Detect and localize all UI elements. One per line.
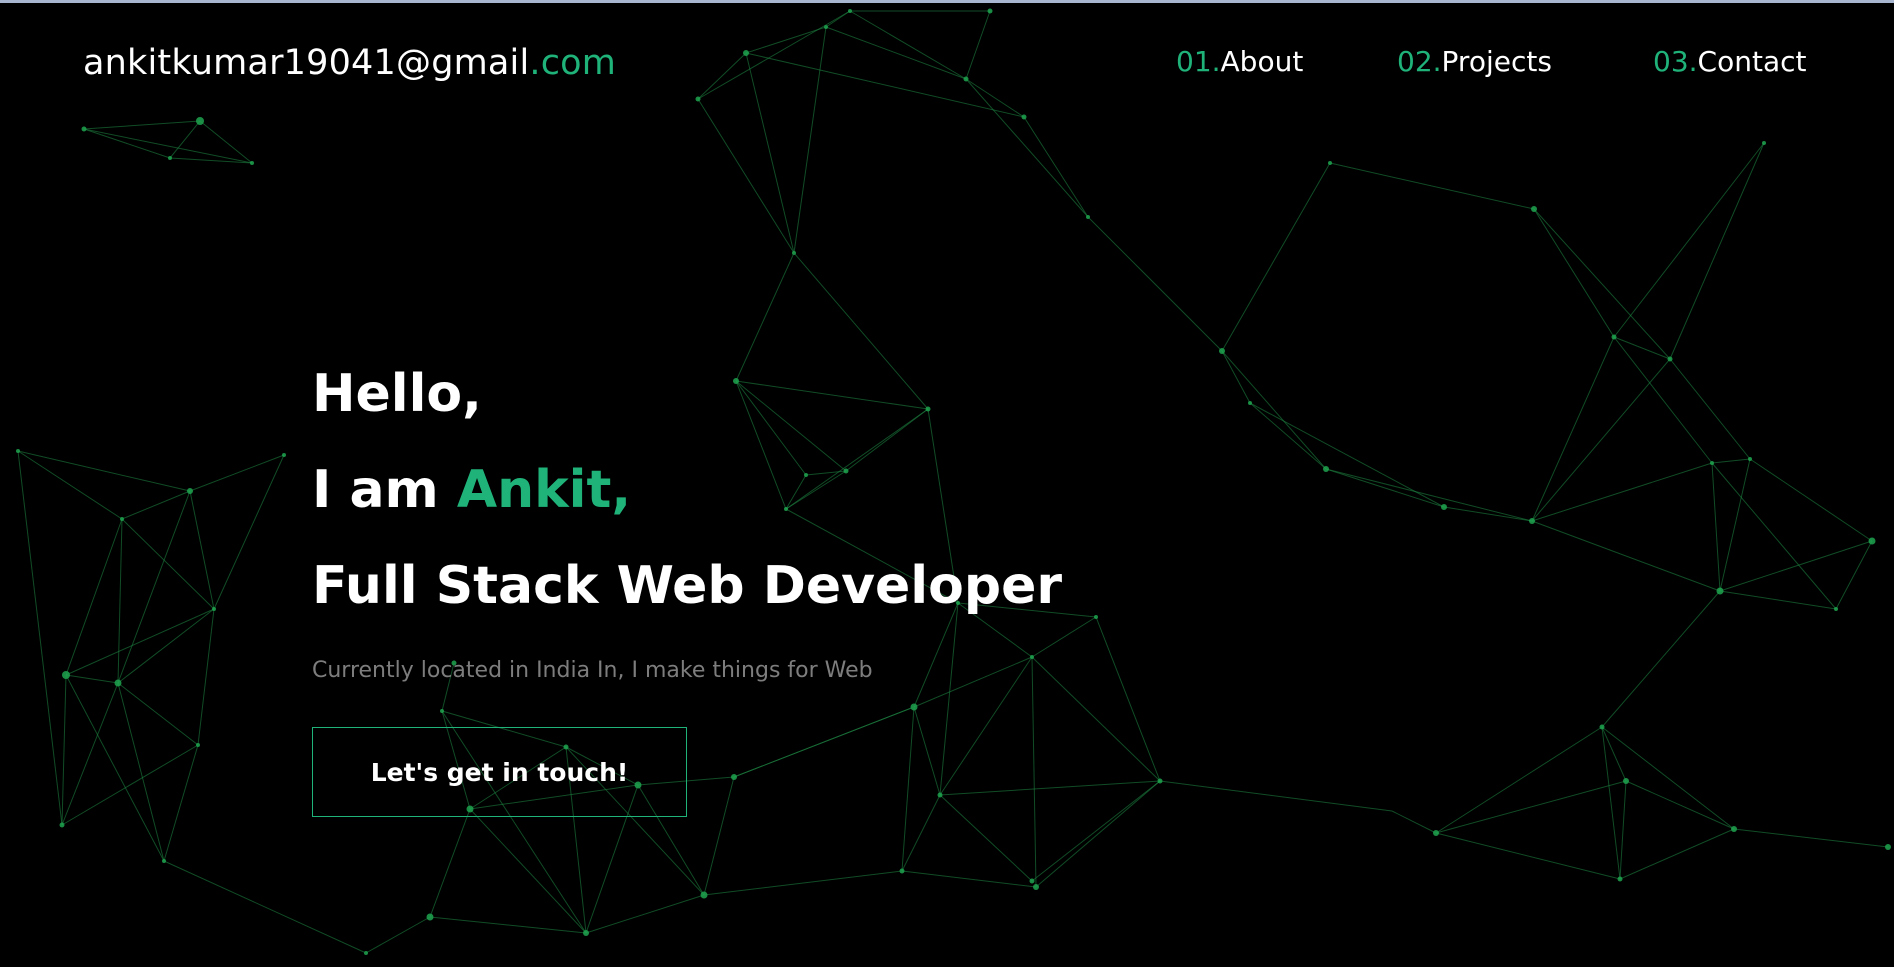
email-logo-suffix: .com	[529, 43, 617, 83]
nav-contact-link[interactable]: 03.Contact	[1653, 45, 1806, 85]
portfolio-page: ankitkumar19041@gmail.com 01.About 02.Pr…	[0, 0, 1894, 967]
nav-projects-label: Projects	[1441, 45, 1552, 78]
email-logo[interactable]: ankitkumar19041@gmail.com	[83, 43, 616, 83]
nav-about-link[interactable]: 01.About	[1176, 45, 1303, 85]
nav-about-number: 01.	[1176, 45, 1221, 78]
hero-role: Full Stack Web Developer	[312, 556, 1062, 616]
hero-intro-prefix: I am	[312, 460, 457, 520]
nav-projects-link[interactable]: 02.Projects	[1397, 45, 1552, 85]
hero-intro: I am Ankit,	[312, 459, 631, 521]
hero-tagline: Currently located in India In, I make th…	[312, 658, 873, 683]
get-in-touch-button[interactable]: Let's get in touch!	[312, 727, 687, 817]
particle-network-background	[16, 8, 1891, 955]
nav-contact-number: 03.	[1653, 45, 1698, 78]
email-logo-prefix: ankitkumar19041@gmail	[83, 43, 530, 83]
hero-name: Ankit,	[456, 460, 632, 520]
nav-about-label: About	[1220, 45, 1304, 78]
hero-greeting: Hello,	[312, 364, 482, 424]
nav-projects-number: 02.	[1397, 45, 1442, 78]
nav-contact-label: Contact	[1697, 45, 1807, 78]
